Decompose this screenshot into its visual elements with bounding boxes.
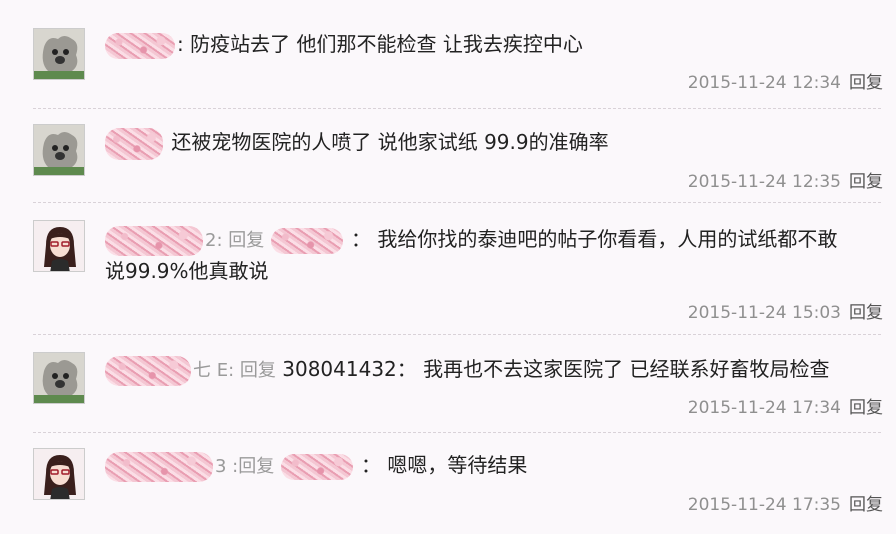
comment-meta: 2015-11-24 15:03 回复: [688, 298, 883, 323]
timestamp: 2015-11-24 12:35: [687, 172, 841, 192]
comment-text: ： 嗯嗯，等待结果: [360, 453, 528, 477]
username[interactable]: [105, 127, 163, 160]
comment-item: 3 :回复 ： 嗯嗯，等待结果 2015-11-24 17:35 回复: [33, 448, 883, 528]
name-suffix: 3 :回复: [215, 456, 275, 477]
username[interactable]: [105, 355, 191, 386]
comment-line: 还被宠物医院的人喷了 说他家试纸 99.9的准确率: [105, 127, 881, 160]
comment-line: 七 E: 回复 308041432： 我再也不去这家医院了 已经联系好畜牧局检查: [105, 354, 881, 386]
comment-text: 防疫站去了 他们那不能检查 让我去疾控中心: [190, 32, 583, 56]
comment-line: : 防疫站去了 他们那不能检查 让我去疾控中心: [105, 29, 881, 59]
timestamp: 2015-11-24 17:34: [687, 398, 841, 418]
comment-text: 还被宠物医院的人喷了 说他家试纸 99.9的准确率: [171, 130, 609, 154]
comment-text: ： 我再也不去这家医院了 已经联系好畜牧局检查: [396, 357, 830, 381]
comment-item: 2: 回复 ： 我给你找的泰迪吧的帖子你看看，人用的试纸都不敢 说99.9%他真…: [33, 220, 883, 330]
comment-thread: : 防疫站去了 他们那不能检查 让我去疾控中心 2015-11-24 12:34…: [0, 0, 896, 534]
comment-item: 还被宠物医院的人喷了 说他家试纸 99.9的准确率 2015-11-24 12:…: [33, 124, 883, 204]
divider: [33, 108, 881, 109]
reply-button[interactable]: 回复: [849, 303, 883, 323]
comment-line: 3 :回复 ： 嗯嗯，等待结果: [105, 450, 881, 482]
comment-meta: 2015-11-24 12:35 回复: [688, 167, 883, 192]
reply-target[interactable]: 308041432: [282, 357, 397, 381]
username[interactable]: [105, 32, 175, 59]
comment-meta: 2015-11-24 17:35 回复: [688, 490, 883, 515]
comment-item: 七 E: 回复 308041432： 我再也不去这家医院了 已经联系好畜牧局检查…: [33, 352, 883, 432]
dog-icon[interactable]: [33, 124, 85, 176]
reply-button[interactable]: 回复: [849, 398, 883, 418]
comment-text-2: 说99.9%他真敢说: [105, 259, 269, 283]
username[interactable]: [105, 225, 203, 256]
username[interactable]: [105, 451, 213, 482]
reply-button[interactable]: 回复: [849, 73, 883, 93]
reply-target[interactable]: [280, 453, 353, 480]
comment-line: 2: 回复 ： 我给你找的泰迪吧的帖子你看看，人用的试纸都不敢: [105, 224, 881, 256]
comment-meta: 2015-11-24 17:34 回复: [688, 393, 883, 418]
name-suffix: :: [177, 32, 184, 56]
reply-button[interactable]: 回复: [849, 172, 883, 192]
reply-button[interactable]: 回复: [849, 495, 883, 515]
name-suffix: 2: 回复: [205, 230, 265, 251]
timestamp: 2015-11-24 15:03: [687, 303, 841, 323]
divider: [33, 334, 881, 335]
comment-text: ： 我给你找的泰迪吧的帖子你看看，人用的试纸都不敢: [350, 227, 838, 251]
divider: [33, 202, 881, 203]
girl-icon[interactable]: [33, 448, 85, 500]
timestamp: 2015-11-24 12:34: [687, 73, 841, 93]
comment-meta: 2015-11-24 12:34 回复: [688, 68, 883, 93]
reply-target[interactable]: [270, 227, 343, 254]
dog-icon[interactable]: [33, 352, 85, 404]
girl-icon[interactable]: [33, 220, 85, 272]
dog-icon[interactable]: [33, 28, 85, 80]
comment-line-2: 说99.9%他真敢说: [105, 256, 881, 286]
divider: [33, 432, 881, 433]
comment-item: : 防疫站去了 他们那不能检查 让我去疾控中心 2015-11-24 12:34…: [33, 28, 883, 108]
name-suffix: 七 E: 回复: [193, 360, 276, 381]
timestamp: 2015-11-24 17:35: [687, 495, 841, 515]
